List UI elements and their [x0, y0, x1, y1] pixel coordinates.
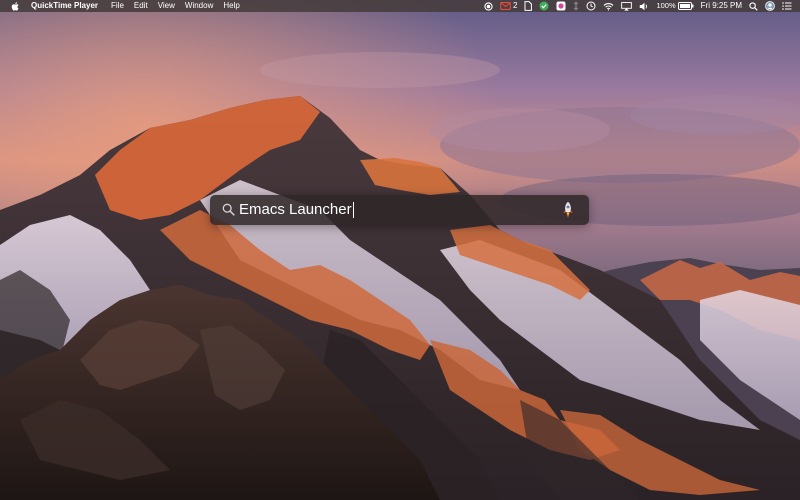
launcher-search-input[interactable]: Emacs Launcher — [239, 200, 559, 220]
record-status-icon[interactable] — [484, 0, 493, 12]
menu-window[interactable]: Window — [185, 0, 213, 12]
search-icon — [222, 203, 235, 216]
battery-icon — [677, 2, 694, 10]
desktop: QuickTime Player File Edit View Window H… — [0, 0, 800, 500]
tool-status-icon[interactable] — [573, 0, 579, 12]
spotlight-search-icon[interactable] — [749, 0, 758, 12]
menu-file[interactable]: File — [111, 0, 124, 12]
airplay-icon[interactable] — [621, 0, 633, 12]
battery-status[interactable]: 100% — [656, 0, 694, 12]
menu-edit[interactable]: Edit — [134, 0, 148, 12]
wifi-icon[interactable] — [603, 0, 614, 12]
menu-clock[interactable]: Fri 9:25 PM — [701, 0, 742, 12]
document-icon[interactable] — [524, 0, 533, 12]
menu-app-name[interactable]: QuickTime Player — [31, 0, 98, 12]
user-avatar-icon[interactable] — [765, 0, 775, 12]
check-status-icon[interactable] — [539, 0, 549, 12]
app-status-icon[interactable] — [556, 0, 566, 12]
timemachine-icon[interactable] — [586, 0, 596, 12]
battery-percent: 100% — [656, 1, 676, 10]
text-caret — [352, 202, 354, 218]
mail-icon — [500, 2, 511, 10]
launcher-query-text: Emacs Launcher — [239, 201, 352, 218]
rocket-icon[interactable] — [561, 201, 575, 219]
menu-bar: QuickTime Player File Edit View Window H… — [0, 0, 800, 12]
notification-center-icon[interactable] — [782, 0, 792, 12]
volume-icon[interactable] — [639, 0, 649, 12]
menu-help[interactable]: Help — [223, 0, 239, 12]
desktop-wallpaper — [0, 0, 800, 500]
spotlight-launcher: Emacs Launcher — [210, 195, 589, 225]
mail-count: 2 — [513, 1, 518, 10]
mail-status[interactable]: 2 — [500, 0, 517, 12]
apple-menu-icon[interactable] — [11, 1, 19, 11]
menu-view[interactable]: View — [158, 0, 175, 12]
